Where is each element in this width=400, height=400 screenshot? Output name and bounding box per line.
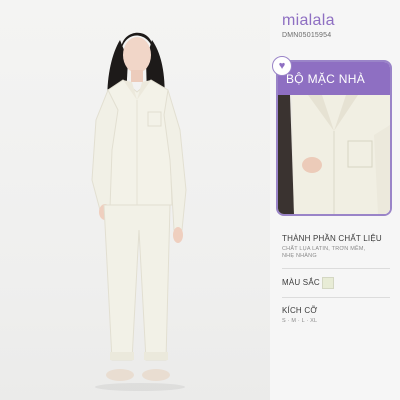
product-photo — [0, 0, 270, 400]
color-label: MÀU SẮC — [282, 278, 320, 287]
detail-zoom-image — [278, 95, 390, 214]
detail-card-header: BỘ MẶC NHÀ — [278, 62, 390, 95]
floor-shadow — [95, 383, 185, 391]
material-value-line2: NHẸ NHÀNG — [282, 253, 317, 259]
product-info-panel: mialala DMN05015954 BỘ MẶC NHÀ ♥ THÀNH P… — [270, 0, 400, 400]
size-value: S · M · L · XL — [282, 318, 318, 324]
heart-badge: ♥ — [272, 56, 292, 76]
detail-closeup — [278, 95, 390, 214]
detail-card-title: BỘ MẶC NHÀ — [286, 71, 366, 86]
color-swatch — [322, 277, 334, 289]
detail-card: BỘ MẶC NHÀ — [276, 60, 392, 216]
brand-name: mialala — [282, 12, 335, 29]
heart-icon: ♥ — [278, 59, 286, 72]
product-code: DMN05015954 — [282, 32, 332, 39]
model-illustration — [91, 32, 187, 381]
product-page: mialala DMN05015954 BỘ MẶC NHÀ ♥ THÀNH P… — [0, 0, 400, 400]
divider — [282, 297, 390, 298]
material-label: THÀNH PHẦN CHẤT LIỆU — [282, 234, 382, 243]
material-value-line1: CHẤT LỤA LATIN, TRƠN MỀM, — [282, 246, 366, 252]
divider — [282, 268, 390, 269]
size-label: KÍCH CỠ — [282, 306, 318, 315]
